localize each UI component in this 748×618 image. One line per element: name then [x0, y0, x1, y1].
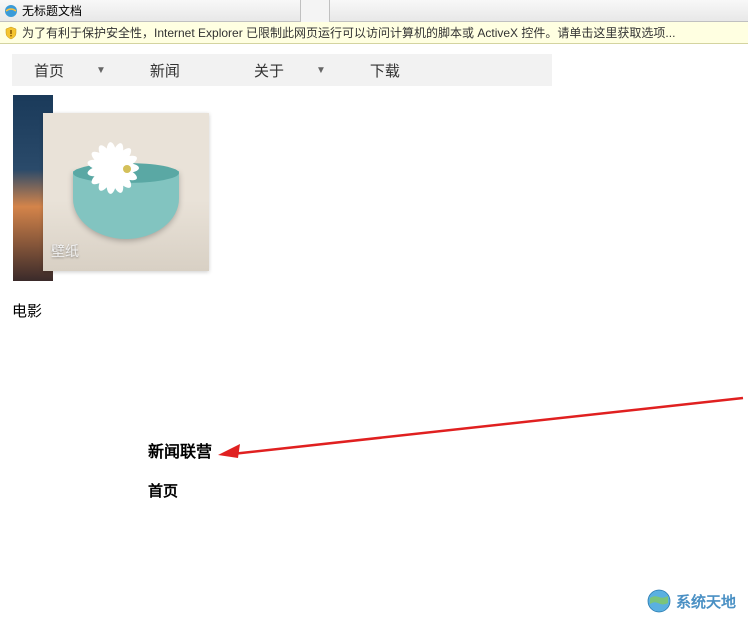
globe-icon: [646, 588, 672, 614]
page-content: 首页 ▼ 新闻 关于 ▼ 下载: [0, 44, 748, 331]
sub-content: 新闻联营 首页: [148, 438, 212, 501]
annotation-arrow: [218, 396, 748, 466]
watermark-text: 系统天地: [676, 591, 736, 612]
nav-item-news[interactable]: 新闻: [128, 54, 202, 86]
nav-label: 下载: [370, 60, 400, 81]
thumbnail-label: 壁纸: [51, 241, 79, 261]
chevron-down-icon: ▼: [316, 65, 326, 76]
flower-graphic: [95, 137, 157, 199]
thumbnail-area[interactable]: 壁纸: [12, 94, 208, 282]
nav-label: 首页: [34, 60, 64, 81]
sub-item-home[interactable]: 首页: [148, 480, 212, 501]
watermark: 系统天地: [646, 588, 736, 614]
nav-item-home[interactable]: 首页 ▼: [12, 54, 128, 86]
title-bar: 无标题文档: [0, 0, 748, 22]
shield-icon: [4, 26, 18, 40]
label-movies[interactable]: 电影: [12, 300, 736, 321]
infobar-message: 为了有利于保护安全性，Internet Explorer 已限制此网页运行可以访…: [22, 24, 675, 41]
nav-bar: 首页 ▼ 新闻 关于 ▼ 下载: [12, 54, 552, 86]
nav-label: 新闻: [150, 60, 180, 81]
nav-item-download[interactable]: 下载: [348, 54, 422, 86]
security-infobar[interactable]: 为了有利于保护安全性，Internet Explorer 已限制此网页运行可以访…: [0, 22, 748, 44]
nav-item-about[interactable]: 关于 ▼: [232, 54, 348, 86]
sub-title: 新闻联营: [148, 438, 212, 462]
tab-divider: [300, 0, 330, 22]
ie-icon: [4, 4, 18, 18]
window-title: 无标题文档: [22, 2, 82, 19]
chevron-down-icon: ▼: [96, 65, 106, 76]
nav-label: 关于: [254, 60, 284, 81]
